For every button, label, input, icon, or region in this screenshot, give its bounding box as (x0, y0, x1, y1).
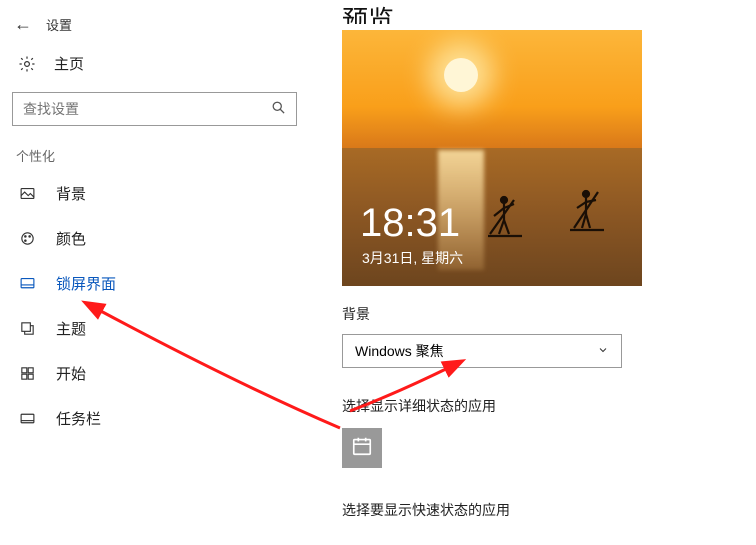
chevron-down-icon (597, 344, 609, 359)
sidebar-item-lockscreen[interactable]: 锁屏界面 (0, 261, 309, 306)
sidebar-item-label: 颜色 (56, 228, 86, 249)
detail-status-label: 选择显示详细状态的应用 (342, 396, 756, 416)
search-input[interactable] (23, 101, 271, 117)
preview-sun (444, 58, 478, 92)
sidebar-item-taskbar[interactable]: 任务栏 (0, 396, 309, 441)
sidebar-item-label: 背景 (56, 183, 86, 204)
detail-app-tile[interactable] (342, 428, 382, 468)
sidebar-item-colors[interactable]: 颜色 (0, 216, 309, 261)
home-row[interactable]: 主页 (0, 41, 309, 86)
background-dropdown[interactable]: Windows 聚焦 (342, 334, 622, 368)
sidebar-nav: 背景 颜色 锁屏界面 主题 (0, 171, 309, 441)
lockscreen-preview: 18:31 3月31日, 星期六 (342, 30, 642, 286)
lockscreen-icon (18, 275, 36, 293)
preview-date: 3月31日, 星期六 (362, 248, 463, 268)
sidebar-item-label: 任务栏 (56, 408, 101, 429)
gear-icon (18, 55, 36, 73)
search-box[interactable] (12, 92, 297, 126)
start-icon (18, 365, 36, 383)
sidebar-item-themes[interactable]: 主题 (0, 306, 309, 351)
page-title: 预览 (342, 0, 756, 24)
sidebar-item-start[interactable]: 开始 (0, 351, 309, 396)
window-header: ← 设置 (0, 8, 309, 41)
dropdown-value: Windows 聚焦 (355, 341, 444, 361)
background-label: 背景 (342, 304, 756, 324)
picture-icon (18, 185, 36, 203)
theme-icon (18, 320, 36, 338)
taskbar-icon (18, 410, 36, 428)
sidebar-item-label: 开始 (56, 363, 86, 384)
search-icon (271, 100, 286, 118)
main-content: 预览 18:31 3月31日, 星期六 背景 Windows 聚焦 选择显示详细… (310, 0, 756, 545)
preview-figure (492, 194, 504, 250)
sidebar-item-background[interactable]: 背景 (0, 171, 309, 216)
quick-status-label: 选择要显示快速状态的应用 (342, 500, 756, 520)
palette-icon (18, 230, 36, 248)
calendar-icon (351, 435, 373, 462)
preview-figure (574, 188, 586, 244)
back-icon[interactable]: ← (14, 14, 32, 35)
sidebar-item-label: 主题 (56, 318, 86, 339)
window-title: 设置 (46, 15, 72, 34)
home-label: 主页 (54, 53, 84, 74)
sidebar: ← 设置 主页 个性化 (0, 0, 310, 545)
preview-time: 18:31 (360, 201, 460, 246)
section-label: 个性化 (0, 136, 309, 171)
sidebar-item-label: 锁屏界面 (56, 273, 116, 294)
